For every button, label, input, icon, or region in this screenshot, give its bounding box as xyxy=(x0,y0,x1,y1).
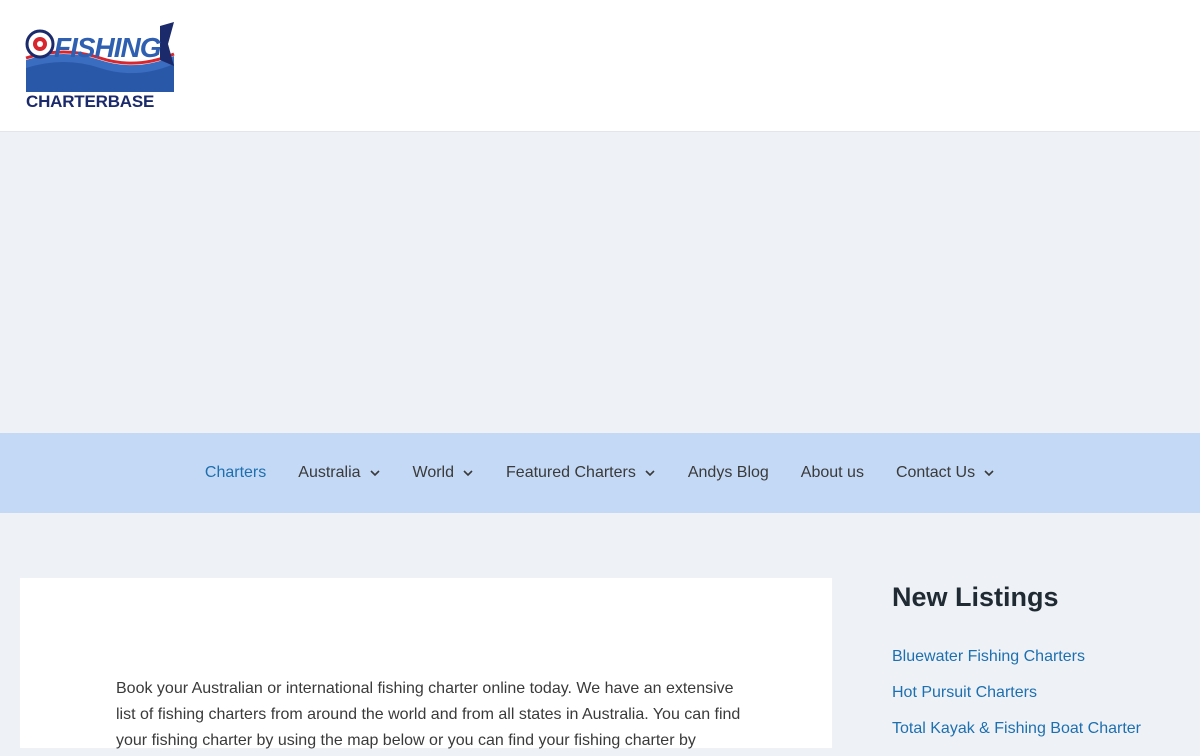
nav-item-label: World xyxy=(412,464,455,481)
nav-item-label: Contact Us xyxy=(895,464,976,481)
listing-link[interactable]: Bluewater Fishing Charters xyxy=(892,648,1141,684)
chevron-down-icon xyxy=(369,470,380,477)
logo-wordmark: CHARTERBASE xyxy=(26,92,155,111)
site-logo[interactable]: CHARTERBASE FISHING xyxy=(24,20,176,114)
nav-item-label: Andys Blog xyxy=(687,464,769,481)
listing-link[interactable]: Hot Pursuit Charters xyxy=(892,684,1141,720)
chevron-down-icon xyxy=(463,470,473,477)
main-navigation: Charters Australia World Featured Charters A… xyxy=(0,433,1200,513)
nav-item-contact-us[interactable]: Contact Us xyxy=(880,464,1011,482)
nav-item-andys-blog[interactable]: Andys Blog xyxy=(672,464,785,482)
nav-item-charters[interactable]: Charters xyxy=(189,464,282,482)
main-content: Book your Australian or international fi… xyxy=(20,578,832,749)
chevron-down-icon xyxy=(645,470,655,477)
logo-top-word: FISHING xyxy=(54,32,162,63)
sidebar-heading: New Listings xyxy=(892,582,1059,612)
nav-item-label: Australia xyxy=(298,464,361,481)
chevron-down-icon xyxy=(984,470,994,477)
banner-area xyxy=(0,132,1200,433)
nav-item-label: Featured Charters xyxy=(506,464,636,481)
nav-item-featured-charters[interactable]: Featured Charters xyxy=(490,464,672,482)
intro-text: Book your Australian or international fi… xyxy=(116,680,741,749)
nav-item-australia[interactable]: Australia xyxy=(282,464,396,482)
site-header: CHARTERBASE FISHING xyxy=(0,0,1200,132)
nav-item-world[interactable]: World xyxy=(397,464,491,482)
nav-item-label: About us xyxy=(800,464,864,481)
listing-link[interactable]: Total Kayak & Fishing Boat Charter xyxy=(892,720,1141,756)
nav-menu: Charters Australia World Featured Charters A… xyxy=(0,433,1200,513)
nav-item-label: Charters xyxy=(204,464,267,481)
nav-item-about-us[interactable]: About us xyxy=(785,464,880,482)
